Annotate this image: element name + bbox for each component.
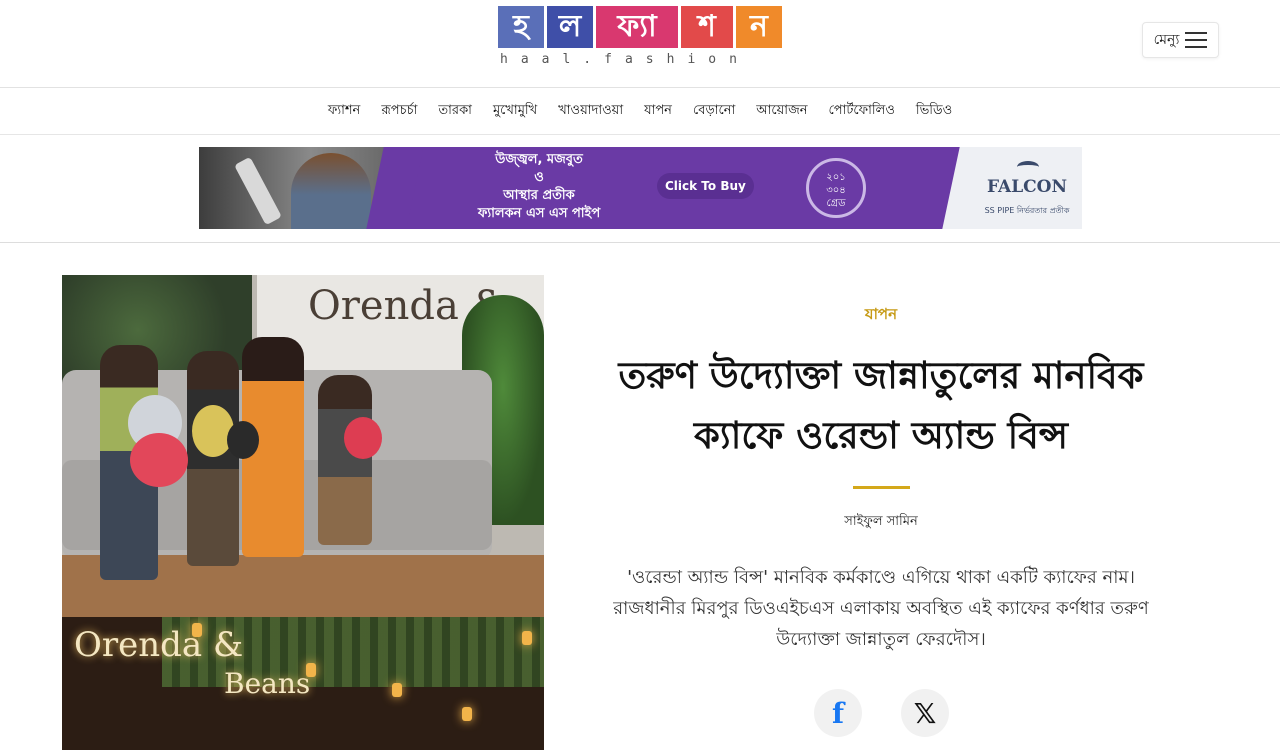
lamp-shape — [462, 707, 472, 721]
ad-photo — [199, 147, 385, 229]
image-signage: Beans — [224, 667, 311, 700]
logo-block: শ — [681, 6, 733, 48]
nav-item-fashion[interactable]: ফ্যাশন — [328, 101, 361, 122]
hero-image-cafe-front[interactable]: Orenda & Beans — [62, 617, 544, 750]
title-divider — [853, 486, 910, 489]
ad-brand-tag: SS PIPE — [984, 206, 1015, 215]
facebook-icon: f — [831, 696, 845, 730]
seal-line: ২০১ — [826, 172, 846, 183]
ad-banner[interactable]: উজ্জ্বল, মজবুত ও আস্থার প্রতীক ফ্যালকন এ… — [199, 147, 1082, 229]
x-icon: 𝕏 — [913, 696, 937, 730]
pipe-shape — [234, 156, 282, 226]
child-figure — [187, 351, 239, 566]
person-shape — [291, 153, 371, 229]
nav-item-lifestyle[interactable]: যাপন — [644, 101, 672, 122]
ad-brand-sub: নির্ভরতার প্রতীক — [1016, 206, 1070, 215]
lamp-shape — [306, 663, 316, 677]
nav-item-video[interactable]: ভিডিও — [916, 101, 952, 122]
ad-headline-line: আস্থার প্রতীক — [503, 188, 575, 203]
site-logo[interactable]: হ ল ফ্যা শ ন haal.fashion — [498, 6, 782, 72]
nav-item-beauty[interactable]: রূপচর্চা — [381, 101, 417, 122]
nav-item-portfolio[interactable]: পোর্টফোলিও — [828, 101, 894, 122]
lamp-shape — [392, 683, 402, 697]
logo-wordmark: হ ল ফ্যা শ ন — [498, 6, 782, 48]
hero-image-cafe-interior[interactable]: Orenda & — [62, 275, 544, 617]
lamp-shape — [522, 631, 532, 645]
ad-click-to-buy[interactable]: Click To Buy — [657, 173, 754, 199]
balloon — [227, 421, 259, 459]
ad-brand-tagline: SS PIPE নির্ভরতার প্রতীক — [971, 205, 1082, 218]
facebook-share-button[interactable]: f — [814, 689, 862, 737]
article-author[interactable]: সাইফুল সামিন — [760, 512, 1002, 533]
ad-headline-line: ও — [534, 170, 544, 185]
nav-item-events[interactable]: আয়োজন — [756, 101, 807, 122]
logo-block: ল — [547, 6, 593, 48]
article-summary: 'ওরেন্ডা অ্যান্ড বিন্স' মানবিক কর্মকাণ্ড… — [613, 567, 1149, 650]
image-signage: Orenda & — [74, 625, 244, 665]
balloon — [130, 433, 188, 487]
menu-label: মেন্যু — [1153, 32, 1180, 48]
child-figure — [318, 375, 372, 545]
ad-section: উজ্জ্বল, মজবুত ও আস্থার প্রতীক ফ্যালকন এ… — [0, 135, 1280, 243]
nav-item-travel[interactable]: বেড়ানো — [693, 101, 735, 122]
falcon-icon — [1017, 161, 1039, 173]
logo-block: ন — [736, 6, 782, 48]
article-category[interactable]: যাপন — [760, 303, 1002, 328]
site-header: হ ল ফ্যা শ ন haal.fashion মেন্যু — [0, 0, 1280, 88]
nav-item-interview[interactable]: মুখোমুখি — [493, 101, 537, 122]
lamp-shape — [192, 623, 202, 637]
ad-headline: উজ্জ্বল, মজবুত ও আস্থার প্রতীক ফ্যালকন এ… — [454, 151, 624, 223]
logo-block: হ — [498, 6, 544, 48]
ad-headline-line: ফ্যালকন এস এস পাইপ — [477, 206, 601, 221]
nav-item-celebrity[interactable]: তারকা — [438, 101, 472, 122]
article-title: তরুণ উদ্যোক্তা জান্নাতুলের মানবিক ক্যাফে… — [618, 353, 1144, 457]
logo-block: ফ্যা — [596, 6, 678, 48]
x-share-button[interactable]: 𝕏 — [901, 689, 949, 737]
nav-item-food[interactable]: খাওয়াদাওয়া — [558, 101, 623, 122]
main-nav: ফ্যাশন রূপচর্চা তারকা মুখোমুখি খাওয়াদাও… — [0, 89, 1280, 135]
hamburger-icon — [1185, 32, 1208, 48]
seal-line: ৩০৪ — [826, 185, 846, 196]
menu-button[interactable]: মেন্যু — [1142, 22, 1219, 58]
balloon — [344, 417, 382, 459]
logo-subtitle: haal.fashion — [500, 52, 750, 67]
ad-grade-seal: ২০১ ৩০৪ গ্রেড — [806, 158, 866, 218]
seal-line: গ্রেড — [826, 198, 846, 209]
ad-brand-name: FALCON — [986, 177, 1068, 197]
ad-headline-line: উজ্জ্বল, মজবুত — [495, 152, 583, 167]
